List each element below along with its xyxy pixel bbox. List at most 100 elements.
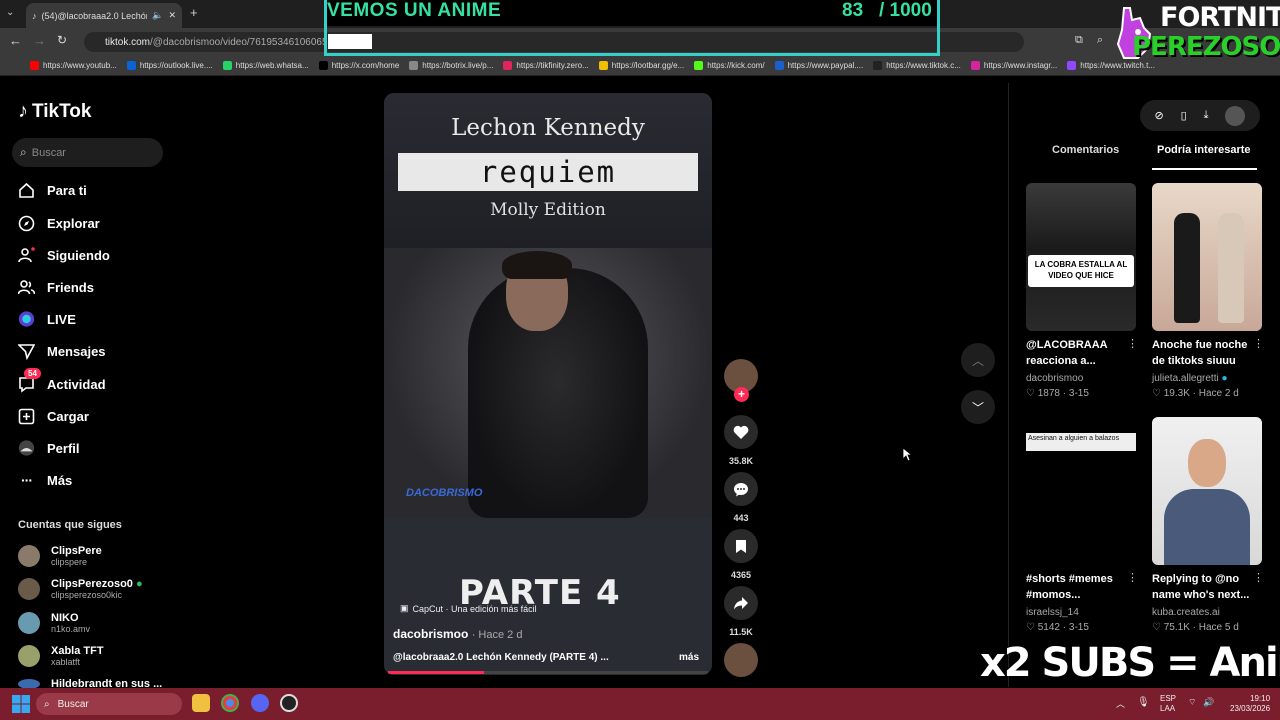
phone-icon[interactable]: ▯ — [1181, 109, 1187, 122]
following-account[interactable]: NIKO n1ko.amv — [18, 612, 90, 634]
tab-active[interactable]: ♪ (54)@lacobraaa2.0 Lechón 🔈 ✕ — [26, 3, 182, 28]
capcut-label[interactable]: ▣ CapCut · Una edición más fácil — [400, 603, 537, 614]
tray-chevron-icon[interactable]: ︿ — [1116, 697, 1125, 710]
share-icon[interactable] — [724, 586, 758, 620]
file-explorer-icon[interactable] — [192, 694, 210, 712]
video-author[interactable]: dacobrismoo · Hace 2 d — [393, 627, 522, 641]
author-name: dacobrismoo — [393, 627, 469, 641]
more-options-icon[interactable]: ⋮ — [1127, 571, 1138, 584]
video-thumbnail[interactable]: LA COBRA ESTALLA AL VIDEO QUE HICE — [1026, 183, 1136, 331]
card-user[interactable]: kuba.creates.ai — [1152, 607, 1220, 618]
wifi-icon[interactable]: ⌔ — [1188, 697, 1196, 708]
nav-friends[interactable]: Friends — [18, 275, 94, 299]
comment-count: 443 — [733, 513, 749, 523]
video-figure-hair — [502, 251, 572, 279]
more-options-icon[interactable]: ⋮ — [1253, 571, 1264, 584]
bookmark-item[interactable]: https://botrix.live/p... — [409, 61, 493, 70]
tab-podria-interesarte[interactable]: Podría interesarte — [1157, 144, 1251, 156]
windows-start-icon[interactable] — [12, 695, 30, 713]
nav-siguiendo[interactable]: Siguiendo — [18, 243, 110, 267]
tiktok-logo[interactable]: ♪ TikTok — [18, 100, 91, 123]
search-input[interactable]: ⌕ Buscar — [12, 138, 163, 167]
next-video-button[interactable]: ﹀ — [961, 390, 995, 424]
microphone-icon[interactable]: 🎙 — [1137, 697, 1150, 708]
zoom-icon[interactable]: ⌕ — [1097, 34, 1103, 47]
nav-explorar[interactable]: Explorar — [18, 211, 100, 235]
tab-list-icon[interactable]: ⌄ — [6, 7, 14, 18]
more-link[interactable]: más — [679, 652, 699, 663]
bookmark-item[interactable]: https://tikfinity.zero... — [503, 61, 589, 70]
bookmark-item[interactable]: https://www.youtub... — [30, 61, 117, 70]
video-title-line2: requiem — [398, 153, 698, 191]
following-account[interactable]: ClipsPerezoso0 ● clipsperezoso0kic — [18, 578, 143, 600]
new-tab-button[interactable]: + — [190, 5, 198, 20]
account-handle: clipspere — [51, 557, 88, 567]
previous-video-button[interactable]: ︿ — [961, 343, 995, 377]
music-disc-avatar[interactable] — [724, 643, 758, 677]
nav-live[interactable]: LIVE — [18, 307, 76, 331]
more-dots-icon: ··· — [21, 472, 33, 488]
live-icon — [18, 311, 35, 328]
taskbar-search-label: Buscar — [57, 698, 89, 710]
bookmark-item[interactable]: https://outlook.live.... — [126, 61, 213, 70]
nav-para-ti[interactable]: Para ti — [18, 178, 87, 202]
keyboard-language[interactable]: ESP LAA — [1160, 694, 1176, 714]
card-user[interactable]: dacobrismoo — [1026, 373, 1083, 384]
nav-cargar[interactable]: Cargar — [18, 404, 89, 428]
nav-mensajes[interactable]: Mensajes — [18, 339, 106, 363]
like-action[interactable]: 35.8K — [722, 415, 760, 466]
bookmark-item[interactable]: https://www.paypal.... — [774, 61, 863, 70]
chrome-icon[interactable] — [221, 694, 239, 712]
bookmark-item[interactable]: https://x.com/home — [318, 61, 399, 70]
cast-icon[interactable]: ⧉ — [1075, 34, 1083, 47]
comment-icon[interactable] — [724, 472, 758, 506]
video-thumbnail[interactable] — [1152, 417, 1262, 565]
following-account[interactable]: ClipsPere clipspere — [18, 545, 102, 567]
bookmark-item[interactable]: https://www.tiktok.c... — [873, 61, 961, 70]
logo-top-text: FORTNITE — [1160, 2, 1280, 33]
discord-icon[interactable] — [251, 694, 269, 712]
bookmark-item[interactable]: https://kick.com/ — [694, 61, 765, 70]
thumbnail-caption: Asesinan a alguien a balazos — [1028, 435, 1120, 442]
close-tab-icon[interactable]: ✕ — [168, 10, 176, 21]
comment-action[interactable]: 443 — [722, 472, 760, 523]
back-icon[interactable]: ← — [9, 33, 22, 48]
more-options-icon[interactable]: ⋮ — [1253, 337, 1264, 350]
obs-icon[interactable] — [280, 694, 298, 712]
speaker-icon[interactable]: 🔈 — [152, 10, 163, 21]
following-account[interactable]: Xabla TFT xablatft — [18, 645, 104, 667]
volume-icon[interactable]: 🔊 — [1203, 697, 1214, 708]
card-user[interactable]: julieta.allegretti ● — [1152, 373, 1228, 384]
video-progress-bar[interactable] — [388, 671, 708, 674]
user-avatar[interactable] — [1225, 105, 1246, 126]
reload-icon[interactable]: ↻ — [57, 33, 67, 47]
taskbar-search[interactable]: ⌕ Buscar — [36, 693, 182, 715]
bookmark-item[interactable]: https://www.instagr... — [970, 61, 1057, 70]
bookmark-item[interactable]: https://lootbar.gg/e... — [598, 61, 684, 70]
friends-icon — [18, 279, 35, 296]
bookmark-item[interactable]: https://www.twitch.t... — [1067, 61, 1155, 70]
compass-icon[interactable]: ⊘ — [1154, 109, 1163, 122]
card-user[interactable]: israelssj_14 — [1026, 607, 1079, 618]
more-options-icon[interactable]: ⋮ — [1127, 337, 1138, 350]
video-player[interactable]: Lechon Kennedy requiem Molly Edition DAC… — [384, 93, 712, 675]
nav-label: Explorar — [47, 215, 100, 231]
system-clock[interactable]: 19:10 23/03/2026 — [1230, 694, 1270, 714]
account-handle: xablatft — [51, 657, 81, 667]
video-thumbnail[interactable]: Asesinan a alguien a balazos — [1026, 433, 1136, 451]
follow-plus-button[interactable]: + — [734, 387, 749, 402]
nav-actividad[interactable]: 54 Actividad — [18, 367, 106, 396]
save-action[interactable]: 4365 — [722, 529, 760, 580]
nav-mas[interactable]: ··· Más — [18, 468, 72, 492]
heart-icon[interactable] — [724, 415, 758, 449]
bookmark-icon[interactable] — [724, 529, 758, 563]
nav-label: Cargar — [47, 408, 89, 424]
download-icon[interactable]: ⤓ — [1204, 109, 1209, 122]
bookmark-item[interactable]: https://web.whatsa... — [222, 61, 309, 70]
share-action[interactable]: 11.5K — [722, 586, 760, 637]
forward-icon[interactable]: → — [33, 33, 46, 48]
tab-comentarios[interactable]: Comentarios — [1052, 144, 1119, 156]
active-tab-indicator — [1152, 168, 1257, 170]
video-thumbnail[interactable] — [1152, 183, 1262, 331]
nav-perfil[interactable]: Perfil — [18, 436, 80, 460]
